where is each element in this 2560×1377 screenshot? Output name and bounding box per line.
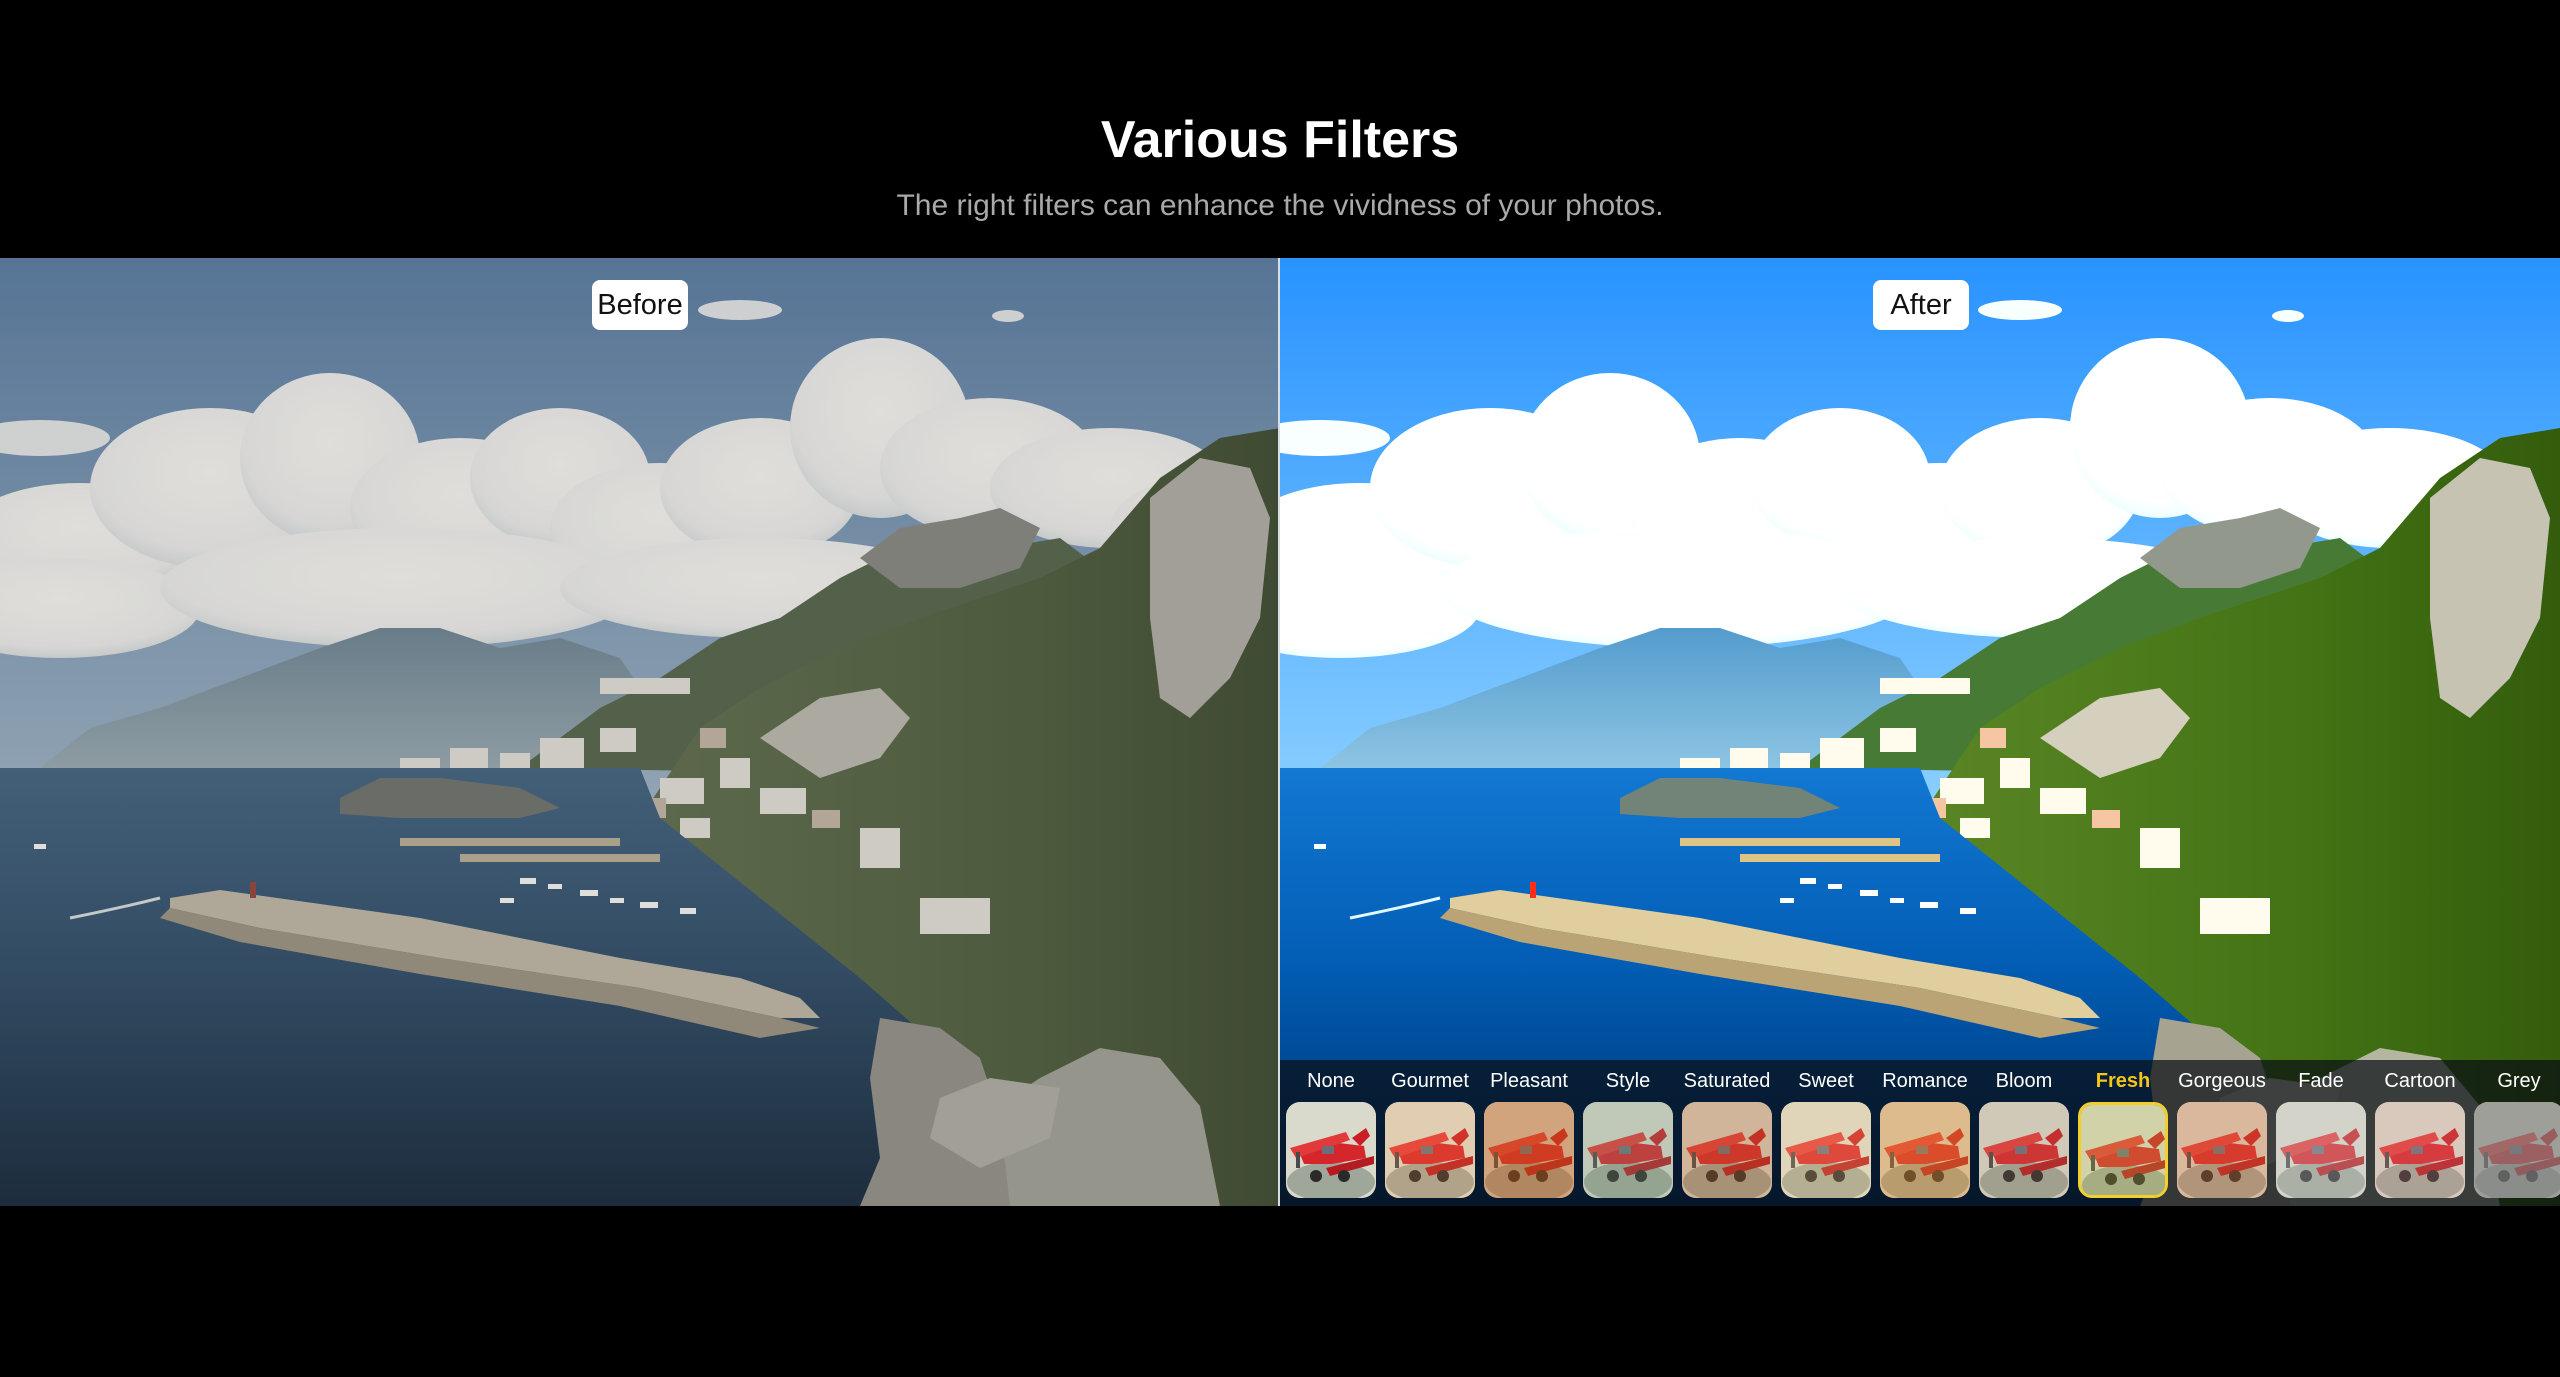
filter-preview-thumbnail [1583,1102,1673,1198]
filter-preview-thumbnail [1979,1102,2069,1198]
filter-option-none[interactable]: None [1284,1060,1378,1206]
filter-tint-overlay [1979,1102,2069,1198]
filter-preview-thumbnail [1385,1102,1475,1198]
filter-option-grey[interactable]: Grey [2472,1060,2560,1206]
filter-option-fade[interactable]: Fade [2274,1060,2368,1206]
before-photo [0,258,1278,1206]
filter-preview-thumbnail [2375,1102,2465,1198]
filter-preview-thumbnail [1781,1102,1871,1198]
filter-tint-overlay [1583,1102,1673,1198]
filter-tint-overlay [1880,1102,1970,1198]
bottom-band [0,1206,2560,1377]
filter-option-fresh[interactable]: Fresh [2076,1060,2170,1206]
filter-strip: None Gourmet Pleasant Style Saturated Sweet Ro… [1280,1060,2560,1206]
before-after-comparison: Before After None Gourmet Pleasant Style Sat… [0,258,2560,1206]
filter-option-pleasant[interactable]: Pleasant [1482,1060,1576,1206]
filter-preview-thumbnail [2078,1102,2168,1198]
filter-tint-overlay [1781,1102,1871,1198]
filter-preview-thumbnail [2474,1102,2560,1198]
filter-tint-overlay [2375,1102,2465,1198]
filter-option-style[interactable]: Style [1581,1060,1675,1206]
filter-tint-overlay [1286,1102,1376,1198]
filter-preview-thumbnail [1286,1102,1376,1198]
filter-tint-overlay [1385,1102,1475,1198]
filter-preview-thumbnail [1484,1102,1574,1198]
after-panel: After None Gourmet Pleasant Style Saturated S… [1280,258,2560,1206]
filter-preview-thumbnail [1682,1102,1772,1198]
filter-preview-thumbnail [2177,1102,2267,1198]
filter-tint-overlay [2474,1102,2560,1198]
filter-tint-overlay [2081,1105,2165,1195]
hero-header: Various Filters The right filters can en… [0,0,2560,258]
filter-option-sweet[interactable]: Sweet [1779,1060,1873,1206]
filter-tint-overlay [2177,1102,2267,1198]
before-panel: Before [0,258,1278,1206]
filter-tint-overlay [1682,1102,1772,1198]
filter-preview-thumbnail [2276,1102,2366,1198]
filter-option-bloom[interactable]: Bloom [1977,1060,2071,1206]
page-title: Various Filters [1100,111,1460,169]
page-subtitle: The right filters can enhance the vividn… [896,189,1664,222]
before-label: Before [592,280,688,330]
filter-option-label: Grey [2497,1070,2541,1092]
filter-preview-thumbnail [1880,1102,1970,1198]
filter-tint-overlay [2276,1102,2366,1198]
after-label: After [1873,280,1969,330]
filter-option-gorgeous[interactable]: Gorgeous [2175,1060,2269,1206]
filter-option-saturated[interactable]: Saturated [1680,1060,1774,1206]
filter-option-gourmet[interactable]: Gourmet [1383,1060,1477,1206]
filter-tint-overlay [1484,1102,1574,1198]
filter-option-romance[interactable]: Romance [1878,1060,1972,1206]
filter-option-cartoon[interactable]: Cartoon [2373,1060,2467,1206]
